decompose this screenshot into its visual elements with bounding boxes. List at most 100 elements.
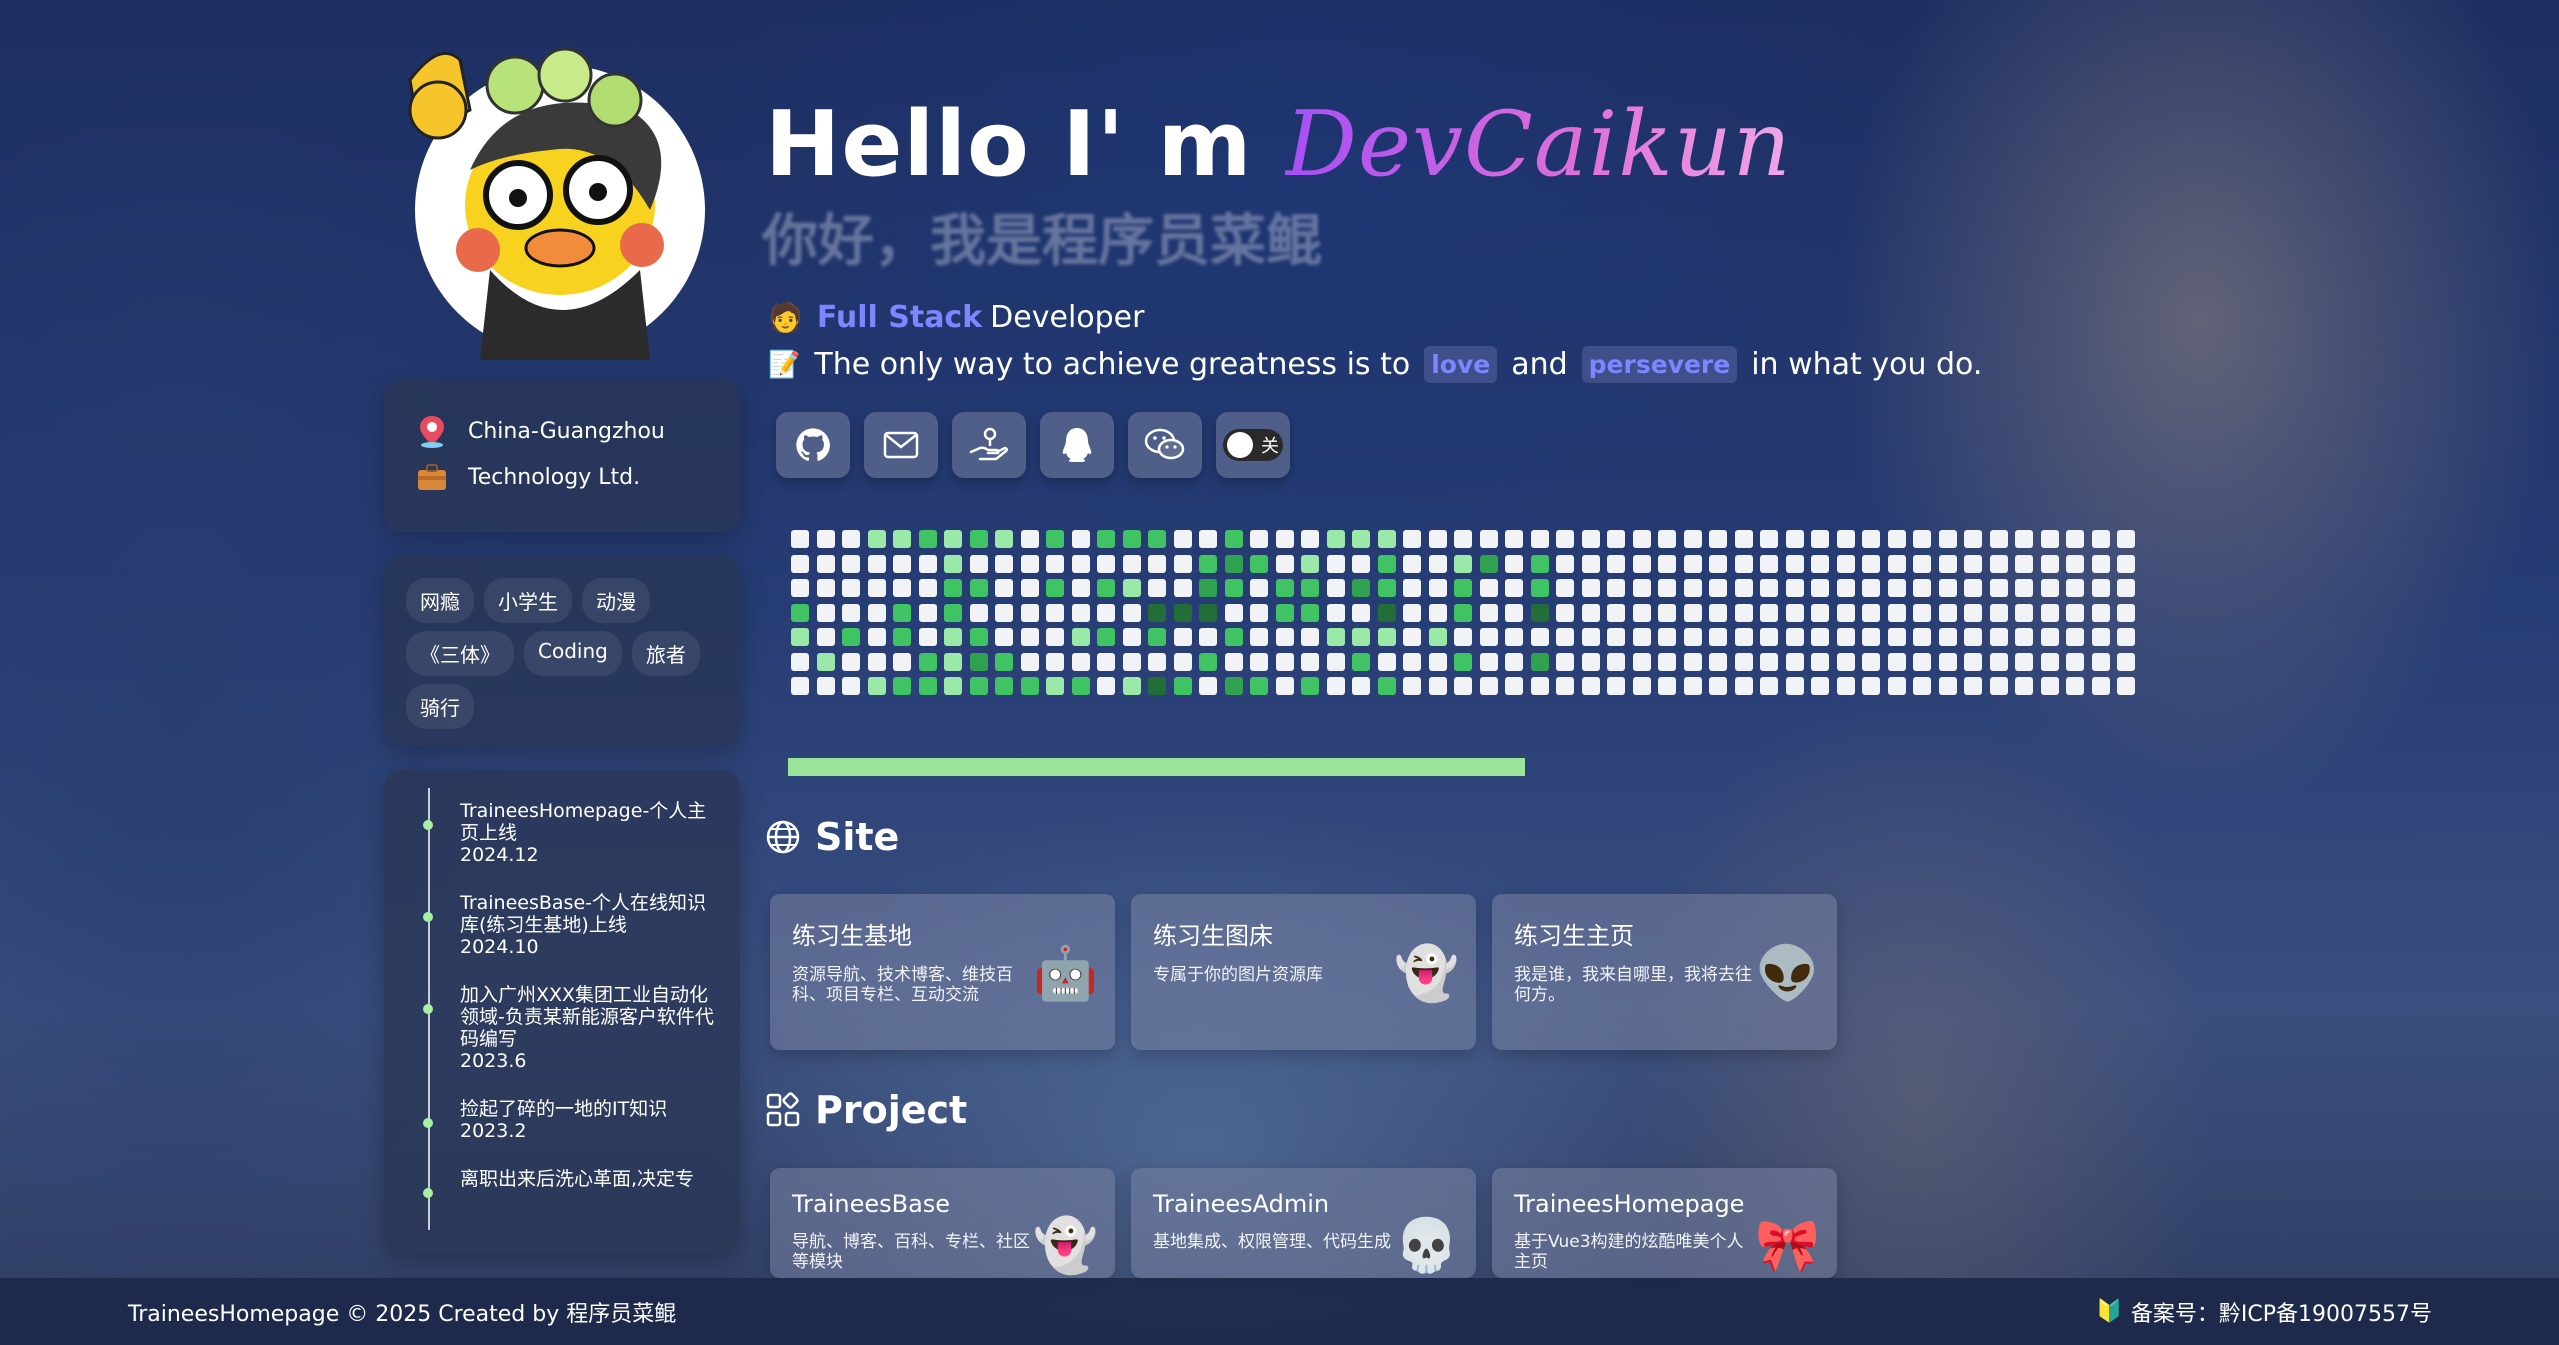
contribution-cell (1607, 555, 1625, 573)
contribution-cell (1148, 604, 1166, 622)
contribution-cell (1327, 604, 1345, 622)
wechat-button[interactable] (1128, 412, 1202, 478)
contribution-cell (2015, 555, 2033, 573)
contribution-cell (1582, 677, 1600, 695)
contribution-cell (1148, 628, 1166, 646)
contribution-cell (1531, 677, 1549, 695)
tag: Coding (524, 631, 622, 676)
contribution-cell (1964, 628, 1982, 646)
contribution-cell (1505, 604, 1523, 622)
contribution-cell (1378, 677, 1396, 695)
project-card-base[interactable]: TraineesBase 导航、博客、百科、专栏、社区等模块 👻 (770, 1168, 1115, 1278)
contribution-cell (1862, 579, 1880, 597)
contribution-cell (1046, 653, 1064, 671)
contribution-cell (1276, 555, 1294, 573)
contribution-cell (1480, 604, 1498, 622)
contribution-cell (919, 555, 937, 573)
site-card-desc: 专属于你的图片资源库 (1153, 965, 1323, 985)
contribution-cell (1684, 628, 1702, 646)
contribution-cell (1301, 604, 1319, 622)
site-card-base[interactable]: 练习生基地 资源导航、技术博客、维技百科、项目专栏、互动交流 🤖 (770, 894, 1115, 1050)
contribution-cell (1352, 653, 1370, 671)
project-card-title: TraineesHomepage (1514, 1190, 1745, 1218)
contribution-cell (1939, 530, 1957, 548)
contribution-cell (893, 653, 911, 671)
contribution-cell (1429, 530, 1447, 548)
contribution-cell (893, 604, 911, 622)
contribution-cell (970, 530, 988, 548)
contribution-cell (1964, 579, 1982, 597)
contribution-cell (1633, 579, 1651, 597)
contribution-cell (1990, 530, 2008, 548)
contribution-cell (1250, 653, 1268, 671)
contribution-cell (1429, 677, 1447, 695)
contribution-cell (1378, 628, 1396, 646)
contribution-cell (791, 653, 809, 671)
timeline-item: 捡起了碎的一地的IT知识 2023.2 (423, 1098, 718, 1142)
timeline-card[interactable]: TraineesHomepage-个人主页上线 2024.12 Trainees… (384, 770, 740, 1252)
tags-card: 网瘾 小学生 动漫 《三体》 Coding 旅者 骑行 (384, 556, 740, 746)
contribution-cell (995, 530, 1013, 548)
email-button[interactable] (864, 412, 938, 478)
contribution-cell (1862, 653, 1880, 671)
contribution-cell (893, 677, 911, 695)
contribution-cell (1123, 530, 1141, 548)
contribution-cell (1684, 677, 1702, 695)
contribution-cell (1148, 677, 1166, 695)
location-text: China-Guangzhou (468, 418, 665, 444)
contribution-cell (868, 555, 886, 573)
contribution-cell (1735, 530, 1753, 548)
contribution-cell (868, 628, 886, 646)
contribution-cell (1658, 604, 1676, 622)
icp-record[interactable]: 🔰 备案号：黔ICP备19007557号 (2096, 1296, 2433, 1328)
contribution-cell (1786, 628, 1804, 646)
site-card-homepage[interactable]: 练习生主页 我是谁，我来自哪里，我将去往何方。 👽 (1492, 894, 1837, 1050)
timeline-item: 加入广州XXX集团工业自动化领域-负责某新能源客户软件代码编写 2023.6 (423, 984, 718, 1072)
contribution-cell (791, 530, 809, 548)
contribution-cell (1097, 653, 1115, 671)
contribution-cell (1480, 530, 1498, 548)
contribution-cell (1913, 530, 1931, 548)
contribution-cell (791, 555, 809, 573)
project-card-homepage[interactable]: TraineesHomepage 基于Vue3构建的炫酷唯美个人主页 🎀 (1492, 1168, 1837, 1278)
toggle-switch[interactable]: 关 (1223, 429, 1283, 461)
contribution-cell (1709, 530, 1727, 548)
contribution-cell (1174, 555, 1192, 573)
github-button[interactable] (776, 412, 850, 478)
contribution-cell (1709, 628, 1727, 646)
contribution-cell (1888, 579, 1906, 597)
qq-penguin-icon (1062, 428, 1092, 462)
contribution-cell (1225, 555, 1243, 573)
contribution-cell (1658, 628, 1676, 646)
contribution-cell (1429, 555, 1447, 573)
theme-toggle[interactable]: 关 (1216, 412, 1290, 478)
contribution-cell (2041, 530, 2059, 548)
contribution-cell (1786, 604, 1804, 622)
contribution-cell (1046, 555, 1064, 573)
contribution-cell (1454, 604, 1472, 622)
contribution-cell (791, 677, 809, 695)
timeline: TraineesHomepage-个人主页上线 2024.12 Trainees… (423, 788, 718, 1230)
contribution-cell (2066, 579, 2084, 597)
site-card-image-host[interactable]: 练习生图床 专属于你的图片资源库 👻 (1131, 894, 1476, 1050)
tag: 网瘾 (406, 578, 474, 623)
footer-copyright: TraineesHomepage © 2025 Created by 程序员菜鲲 (128, 1301, 677, 1327)
contribution-cell (1429, 653, 1447, 671)
hero-subtitle: 你好，我是程序员菜鲲 (762, 209, 1322, 274)
contribution-cell (944, 604, 962, 622)
contribution-cell (1403, 604, 1421, 622)
timeline-item: TraineesBase-个人在线知识库(练习生基地)上线 2024.10 (423, 892, 718, 958)
project-card-admin[interactable]: TraineesAdmin 基地集成、权限管理、代码生成 💀 (1131, 1168, 1476, 1278)
contribution-cell (1939, 555, 1957, 573)
contribution-cell (1352, 628, 1370, 646)
contribution-cell (2117, 677, 2135, 695)
contribution-cell (1378, 555, 1396, 573)
contribution-cell (1633, 555, 1651, 573)
contribution-cell (1403, 653, 1421, 671)
github-icon (796, 428, 830, 461)
sponsor-button[interactable] (952, 412, 1026, 478)
hero-hello-text: Hello I' m (765, 92, 1285, 197)
contribution-cell (1913, 579, 1931, 597)
qq-button[interactable] (1040, 412, 1114, 478)
contribution-cell (1301, 530, 1319, 548)
